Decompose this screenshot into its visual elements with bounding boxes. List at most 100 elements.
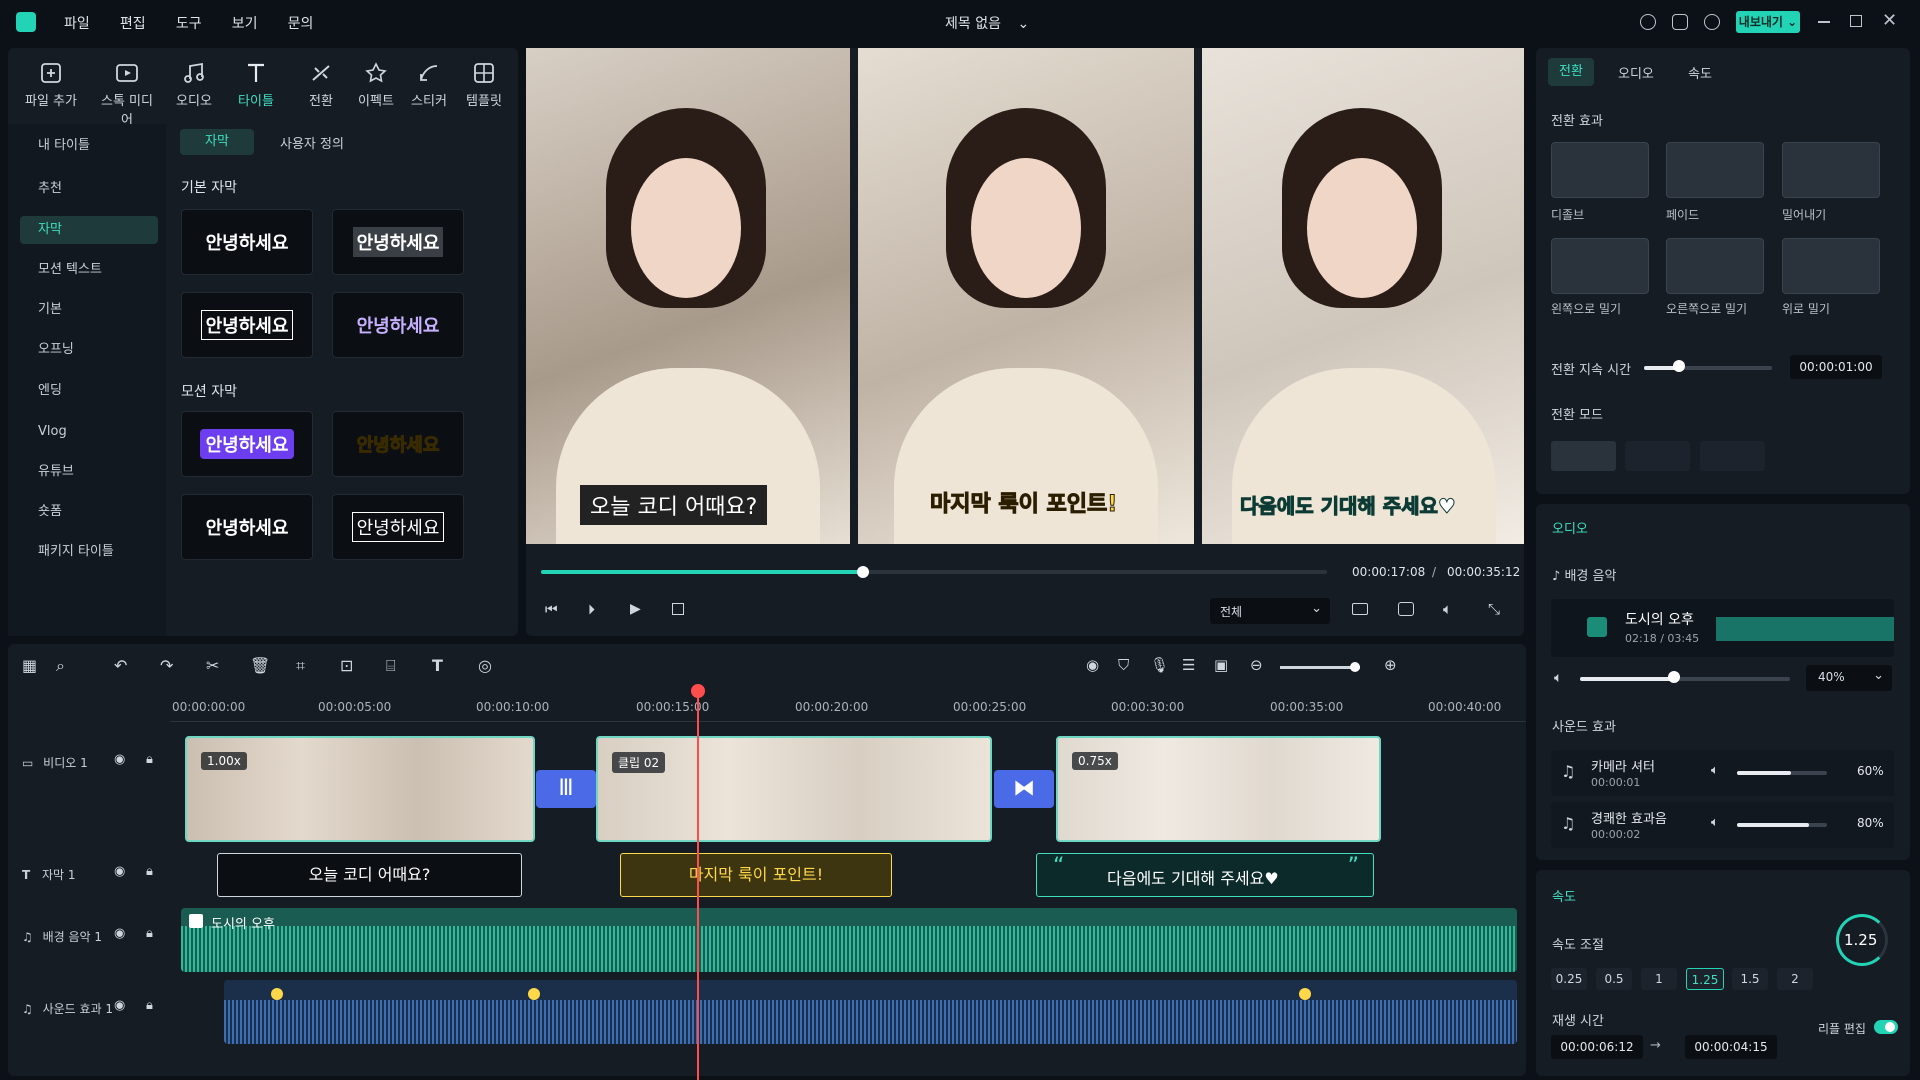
render-icon[interactable]: ◉ (1086, 656, 1099, 674)
zoom-in-icon[interactable]: ⊕ (1384, 656, 1397, 674)
transition-marker-2[interactable]: ⧓ (994, 770, 1054, 808)
eye-icon[interactable]: ◉ (114, 752, 125, 767)
sfx-item[interactable]: ♫ 경쾌한 효과음 00:00:02 🔈︎ 80% (1551, 802, 1894, 848)
display-icon[interactable] (1352, 603, 1368, 615)
minimize-icon[interactable] (1818, 21, 1830, 23)
magnet-icon[interactable]: ⌕ (56, 656, 65, 676)
crop-icon[interactable]: ⌸ (386, 656, 396, 676)
delete-icon[interactable]: 🗑︎ (250, 656, 270, 675)
toolbar-file-add[interactable]: 파일 추가 (20, 62, 82, 109)
menu-help[interactable]: 문의 (288, 16, 314, 32)
eye-icon[interactable]: ◉ (114, 864, 125, 879)
speed-option[interactable]: 0.5 (1596, 968, 1632, 990)
subtitle-style-outline[interactable]: 안녕하세요 (332, 494, 464, 560)
subtitle-style-outline-box[interactable]: 안녕하세요 (181, 292, 313, 358)
zoom-slider[interactable] (1280, 666, 1360, 669)
cut-icon[interactable]: ✂ (206, 656, 219, 675)
subtitle-style-purple[interactable]: 안녕하세요 (332, 292, 464, 358)
lock-icon[interactable]: 🔒︎ (146, 752, 153, 767)
mic-icon[interactable]: 🎙︎ (1150, 656, 1169, 674)
play-icon[interactable]: ▶ (630, 601, 641, 617)
transition-duration-knob[interactable] (1673, 360, 1685, 372)
right-tab-transition[interactable]: 전환 (1548, 58, 1594, 86)
stop-icon[interactable] (672, 603, 684, 615)
bgm-volume-knob[interactable] (1668, 671, 1680, 683)
screen-icon[interactable]: ▣ (1214, 656, 1228, 674)
transition-mode-postfix[interactable] (1700, 441, 1765, 471)
toolbar-audio[interactable]: 오디오 (163, 62, 225, 109)
sidebar-item-recommended[interactable]: 추천 (20, 175, 158, 203)
color-icon[interactable]: ◎ (478, 656, 492, 675)
transition-dissolve[interactable] (1551, 142, 1649, 198)
play-frame-icon[interactable]: ⏵ (588, 602, 595, 618)
account-icon[interactable] (1640, 14, 1656, 30)
subtitle-clip-3[interactable]: “ 다음에도 기대해 주세요♥ ” (1036, 853, 1374, 897)
play-time-from[interactable]: 00:00:06:12 (1551, 1035, 1643, 1059)
sfx-item[interactable]: ♫ 카메라 셔터 00:00:01 🔈︎ 60% (1551, 750, 1894, 796)
menu-tools[interactable]: 도구 (176, 16, 202, 32)
menu-view[interactable]: 보기 (232, 16, 258, 32)
toolbar-template[interactable]: 템플릿 (453, 62, 515, 109)
transition-marker-1[interactable]: Ⅲ (536, 770, 596, 808)
speed-option-selected[interactable]: 1.25 (1686, 968, 1724, 990)
speed-option[interactable]: 1 (1641, 968, 1677, 990)
cloud-icon[interactable] (1672, 14, 1688, 30)
right-tab-speed[interactable]: 속도 (1688, 63, 1712, 82)
subtitle-style-purple-glow[interactable]: 안녕하세요 (181, 411, 313, 477)
eye-icon[interactable]: ◉ (114, 998, 125, 1013)
subtitle-style-quote[interactable]: 안녕하세요 (181, 494, 313, 560)
split-icon[interactable]: ⌗ (296, 656, 305, 676)
speed-option[interactable]: 1.5 (1732, 968, 1768, 990)
snapshot-icon[interactable] (1398, 602, 1414, 616)
sidebar-item-package[interactable]: 패키지 타이틀 (20, 538, 158, 566)
sidebar-item-opening[interactable]: 오프닝 (20, 336, 158, 364)
volume-icon[interactable]: 🔈︎ (1554, 670, 1562, 686)
maximize-icon[interactable] (1850, 15, 1862, 27)
marker-icon[interactable]: ⛉ (1118, 656, 1129, 674)
video-clip-1[interactable]: 1.00x (185, 736, 535, 842)
undo-icon[interactable]: ↶ (114, 656, 127, 675)
export-button[interactable]: 내보내기 ⌄ (1736, 11, 1800, 33)
crop-screen-icon[interactable]: ⊡ (340, 656, 353, 675)
play-time-to[interactable]: 00:00:04:15 (1685, 1035, 1777, 1059)
transition-push[interactable] (1782, 142, 1880, 198)
transition-mode-overlap[interactable] (1551, 441, 1616, 471)
sidebar-item-vlog[interactable]: Vlog (20, 418, 158, 446)
volume-icon[interactable]: 🔈︎ (1443, 600, 1452, 618)
fullscreen-icon[interactable]: ⤡ (1488, 600, 1500, 618)
menu-file[interactable]: 파일 (64, 16, 90, 32)
video-clip-3[interactable]: 0.75x (1056, 736, 1381, 842)
subtitle-clip-1[interactable]: 오늘 코디 어때요? (217, 853, 522, 897)
transition-push-up[interactable] (1782, 238, 1880, 294)
tab-subtitle[interactable]: 자막 (180, 129, 254, 155)
sfx-marker[interactable] (271, 988, 283, 1000)
lock-icon[interactable]: 🔒︎ (146, 864, 153, 879)
sidebar-item-ending[interactable]: 엔딩 (20, 377, 158, 405)
ripple-edit-toggle[interactable] (1874, 1020, 1898, 1034)
sidebar-item-basic[interactable]: 기본 (20, 296, 158, 324)
eye-icon[interactable]: ◉ (114, 926, 125, 941)
redo-icon[interactable]: ↷ (160, 656, 173, 675)
sidebar-item-subtitle[interactable]: 자막 (20, 216, 158, 244)
subtitle-style-yellow[interactable]: 안녕하세요 (332, 411, 464, 477)
zoom-out-icon[interactable]: ⊖ (1250, 656, 1263, 674)
close-icon[interactable]: ✕ (1882, 10, 1897, 31)
sidebar-item-my-titles[interactable]: 내 타이틀 (20, 132, 158, 160)
speed-option[interactable]: 2 (1777, 968, 1813, 990)
bgm-track-card[interactable]: 도시의 오후 02:18 / 03:45 (1551, 599, 1894, 657)
sidebar-item-shorts[interactable]: 숏폼 (20, 498, 158, 526)
toolbar-transition[interactable]: 전환 (290, 62, 352, 109)
toolbar-sticker[interactable]: 스티커 (398, 62, 460, 109)
layout-icon[interactable]: ▦ (22, 656, 37, 675)
video-clip-2[interactable]: 클립 02 (596, 736, 992, 842)
transition-push-right[interactable] (1666, 238, 1764, 294)
transition-duration-value[interactable]: 00:00:01:00 (1790, 355, 1882, 379)
toolbar-title[interactable]: 타이틀 (225, 62, 287, 109)
sidebar-item-youtube[interactable]: 유튜브 (20, 458, 158, 486)
speed-dial[interactable]: 1.25 (1836, 914, 1888, 966)
sfx-marker[interactable] (528, 988, 540, 1000)
subtitle-clip-2[interactable]: 마지막 룩이 포인트! (620, 853, 892, 897)
project-title[interactable]: 제목 없음 ⌄ (945, 13, 1029, 33)
playhead-line[interactable] (697, 692, 699, 1080)
subtitle-icon[interactable]: ☰ (1182, 656, 1195, 674)
